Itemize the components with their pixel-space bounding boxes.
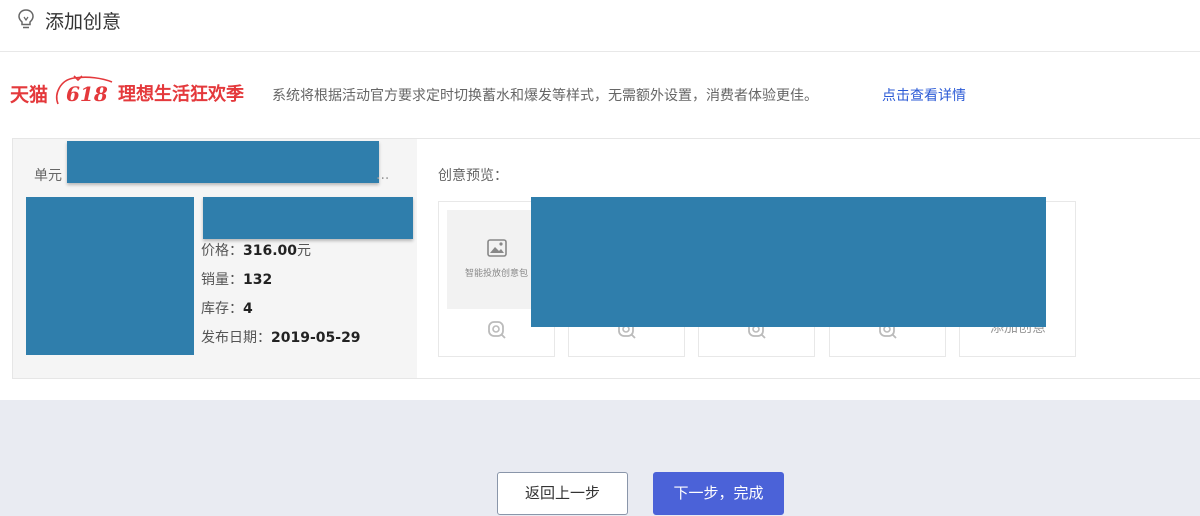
price-row: 价格：316.00元 bbox=[201, 240, 311, 260]
date-label: 发布日期： bbox=[201, 330, 271, 346]
price-value: 316.00 bbox=[243, 243, 298, 259]
stock-value: 4 bbox=[243, 301, 253, 317]
date-value: 2019-05-29 bbox=[271, 330, 361, 346]
redacted-product-title bbox=[203, 197, 413, 239]
promo-description: 系统将根据活动官方要求定时切换蓄水和爆发等样式，无需额外设置，消费者体验更佳。 bbox=[272, 88, 818, 104]
sales-label: 销量： bbox=[201, 272, 243, 288]
view-details-link[interactable]: 点击查看详情 bbox=[882, 85, 966, 105]
logo-slogan: 理想生活狂欢季 bbox=[118, 84, 244, 105]
sales-row: 销量：132 bbox=[201, 269, 272, 289]
image-icon bbox=[487, 239, 507, 257]
page-title: 添加创意 bbox=[45, 11, 122, 33]
page-header: 添加创意 bbox=[0, 0, 1200, 52]
zoom-icon[interactable] bbox=[487, 320, 507, 340]
preview-label: 创意预览： bbox=[438, 168, 508, 184]
price-unit: 元 bbox=[297, 243, 312, 259]
logo-618-mark: 618 bbox=[56, 75, 113, 106]
unit-ellipsis: ... bbox=[376, 167, 390, 183]
redacted-product-image bbox=[26, 197, 194, 355]
price-label: 价格： bbox=[201, 243, 243, 259]
redacted-preview-area bbox=[531, 197, 1046, 327]
sales-value: 132 bbox=[243, 272, 273, 288]
back-button[interactable]: 返回上一步 bbox=[497, 472, 628, 515]
lightbulb-icon bbox=[18, 9, 34, 29]
footer-bar: 返回上一步 下一步，完成 bbox=[0, 400, 1200, 516]
logo-brand: 天猫 bbox=[10, 84, 49, 106]
unit-label: 单元 bbox=[34, 168, 62, 184]
next-finish-button[interactable]: 下一步，完成 bbox=[653, 472, 784, 515]
tmall-618-logo: 天猫 618 理想生活狂欢季 bbox=[8, 74, 263, 110]
redacted-unit-name bbox=[67, 141, 379, 183]
creative-card: 单元 ... 价格：316.00元 销量：132 库存：4 发布日期：2019-… bbox=[12, 138, 1200, 379]
stock-label: 库存： bbox=[201, 301, 243, 317]
stock-row: 库存：4 bbox=[201, 298, 253, 318]
publish-date-row: 发布日期：2019-05-29 bbox=[201, 327, 361, 347]
product-panel: 单元 ... 价格：316.00元 销量：132 库存：4 发布日期：2019-… bbox=[13, 139, 417, 378]
logo-number: 618 bbox=[66, 82, 108, 106]
